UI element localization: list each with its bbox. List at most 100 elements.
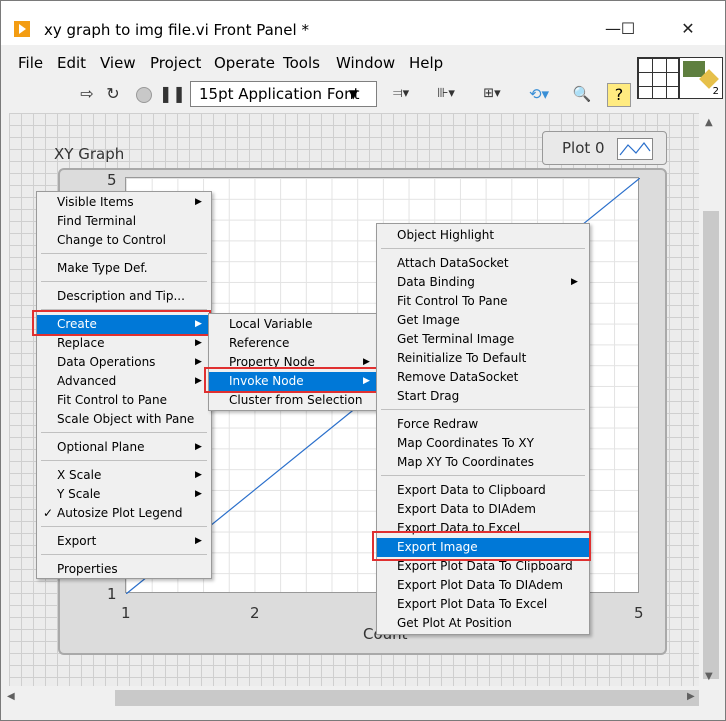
vertical-scrollbar[interactable]: ▲ ▼ xyxy=(699,113,723,686)
menu-item-label: Data Binding xyxy=(397,275,475,289)
menu-item-attach-datasocket[interactable]: Attach DataSocket xyxy=(377,254,589,273)
submenu-arrow-icon: ▶ xyxy=(195,489,202,499)
context-help-button[interactable]: ? xyxy=(607,83,631,107)
menu-item-start-drag[interactable]: Start Drag xyxy=(377,387,589,406)
menu-item-properties[interactable]: Properties xyxy=(37,560,211,579)
abort-icon[interactable] xyxy=(133,81,155,107)
menu-item-data-binding[interactable]: Data Binding ▶ xyxy=(377,273,589,292)
scroll-right-icon[interactable]: ▶ xyxy=(687,691,695,702)
submenu-arrow-icon: ▶ xyxy=(195,197,202,207)
menu-item-description-and-tip[interactable]: Description and Tip... xyxy=(37,287,211,306)
menu-file[interactable]: File xyxy=(18,54,43,72)
menu-item-cluster-from-selection[interactable]: Cluster from Selection xyxy=(209,391,379,410)
menu-item-find-terminal[interactable]: Find Terminal xyxy=(37,212,211,231)
menu-item-optional-plane[interactable]: Optional Plane ▶ xyxy=(37,438,211,457)
menu-item-label: Visible Items xyxy=(57,195,134,209)
menu-tools[interactable]: Tools xyxy=(283,54,320,72)
menu-item-x-scale[interactable]: X Scale ▶ xyxy=(37,466,211,485)
menu-item-label: Local Variable xyxy=(229,317,313,331)
menu-item-advanced[interactable]: Advanced ▶ xyxy=(37,372,211,391)
menu-item-export-plot-data-to-diadem[interactable]: Export Plot Data To DIAdem xyxy=(377,576,589,595)
menu-item-get-plot-at-position[interactable]: Get Plot At Position xyxy=(377,614,589,633)
scroll-up-icon[interactable]: ▲ xyxy=(705,117,713,128)
menu-item-label: Get Plot At Position xyxy=(397,616,512,630)
menu-item-label: Description and Tip... xyxy=(57,289,185,303)
run-continuously-icon[interactable]: ↻ xyxy=(102,81,124,107)
menu-separator xyxy=(381,409,585,410)
menu-separator xyxy=(381,475,585,476)
menu-item-label: Force Redraw xyxy=(397,417,479,431)
plot-legend[interactable]: Plot 0 xyxy=(542,131,667,165)
menu-item-visible-items[interactable]: Visible Items ▶ xyxy=(37,193,211,212)
connector-pane-icon[interactable] xyxy=(637,57,679,99)
menu-edit[interactable]: Edit xyxy=(57,54,86,72)
pause-icon[interactable]: ❚❚ xyxy=(159,81,186,107)
menu-view[interactable]: View xyxy=(100,54,136,72)
window-title: xy graph to img file.vi Front Panel * xyxy=(44,21,309,39)
menu-item-label: Autosize Plot Legend xyxy=(57,506,183,520)
menu-item-label: Export Plot Data To DIAdem xyxy=(397,578,563,592)
vertical-scroll-thumb[interactable] xyxy=(703,211,719,679)
menu-item-data-operations[interactable]: Data Operations ▶ xyxy=(37,353,211,372)
x-tick-1: 1 xyxy=(121,604,131,622)
submenu-arrow-icon: ▶ xyxy=(195,470,202,480)
distribute-objects-icon[interactable]: ⊪▾ xyxy=(429,81,463,107)
menu-item-label: Fit Control To Pane xyxy=(397,294,508,308)
search-icon[interactable]: 🔍 xyxy=(567,81,597,107)
menu-project[interactable]: Project xyxy=(150,54,201,72)
menu-item-get-terminal-image[interactable]: Get Terminal Image xyxy=(377,330,589,349)
scroll-down-icon[interactable]: ▼ xyxy=(705,671,713,682)
font-select[interactable]: 15pt Application Font ▼ xyxy=(190,81,377,107)
menu-item-label: Object Highlight xyxy=(397,228,495,242)
menu-item-map-xy-to-coordinates[interactable]: Map XY To Coordinates xyxy=(377,453,589,472)
menu-item-local-variable[interactable]: Local Variable xyxy=(209,315,379,334)
menu-item-get-image[interactable]: Get Image xyxy=(377,311,589,330)
scroll-left-icon[interactable]: ◀ xyxy=(7,691,15,702)
close-button[interactable]: ✕ xyxy=(673,15,703,43)
annotation-box-invoke-node xyxy=(204,367,381,393)
menu-item-scale-object-with-pane[interactable]: Scale Object with Pane xyxy=(37,410,211,429)
legend-plot-name: Plot 0 xyxy=(562,139,605,157)
menu-item-replace[interactable]: Replace ▶ xyxy=(37,334,211,353)
menu-item-y-scale[interactable]: Y Scale ▶ xyxy=(37,485,211,504)
labview-front-panel-window: xy graph to img file.vi Front Panel * — … xyxy=(0,0,726,721)
menu-item-reference[interactable]: Reference xyxy=(209,334,379,353)
run-arrow-icon[interactable]: ⇨ xyxy=(77,81,97,107)
menu-item-reinitialize-to-default[interactable]: Reinitialize To Default xyxy=(377,349,589,368)
menu-help[interactable]: Help xyxy=(409,54,443,72)
menu-separator xyxy=(41,526,207,527)
menu-window[interactable]: Window xyxy=(336,54,395,72)
menu-item-export-plot-data-to-excel[interactable]: Export Plot Data To Excel xyxy=(377,595,589,614)
reorder-icon[interactable]: ⟲▾ xyxy=(521,81,557,107)
menu-item-object-highlight[interactable]: Object Highlight xyxy=(377,226,589,245)
horizontal-scrollbar[interactable]: ◀ ▶ xyxy=(1,686,699,710)
menu-item-make-type-def[interactable]: Make Type Def. xyxy=(37,259,211,278)
menu-item-export-data-to-clipboard[interactable]: Export Data to Clipboard xyxy=(377,481,589,500)
menu-item-autosize-plot-legend[interactable]: ✓ Autosize Plot Legend xyxy=(37,504,211,523)
submenu-arrow-icon: ▶ xyxy=(195,357,202,367)
menu-item-label: Advanced xyxy=(57,374,117,388)
maximize-button[interactable]: ☐ xyxy=(613,15,643,43)
menu-item-map-coordinates-to-xy[interactable]: Map Coordinates To XY xyxy=(377,434,589,453)
resize-objects-icon[interactable]: ⊞▾ xyxy=(475,81,509,107)
horizontal-scroll-thumb[interactable] xyxy=(115,690,699,706)
vi-icon[interactable]: 2 xyxy=(679,57,723,99)
menu-item-label: Map XY To Coordinates xyxy=(397,455,534,469)
y-tick-5: 5 xyxy=(107,171,117,189)
menu-item-label: X Scale xyxy=(57,468,102,482)
menu-item-export[interactable]: Export ▶ xyxy=(37,532,211,551)
menu-separator xyxy=(41,432,207,433)
menu-item-fit-control-to-pane[interactable]: Fit Control to Pane xyxy=(37,391,211,410)
menu-operate[interactable]: Operate xyxy=(214,54,275,72)
menu-item-label: Reinitialize To Default xyxy=(397,351,527,365)
menu-item-fit-control-to-pane-method[interactable]: Fit Control To Pane xyxy=(377,292,589,311)
menu-item-label: Make Type Def. xyxy=(57,261,148,275)
menu-item-force-redraw[interactable]: Force Redraw xyxy=(377,415,589,434)
labview-app-icon xyxy=(14,21,30,37)
align-objects-icon[interactable]: ⫤▾ xyxy=(385,81,417,107)
menu-item-remove-datasocket[interactable]: Remove DataSocket xyxy=(377,368,589,387)
menu-item-label: Get Terminal Image xyxy=(397,332,515,346)
chevron-down-icon: ▼ xyxy=(348,87,358,101)
menu-item-change-to-control[interactable]: Change to Control xyxy=(37,231,211,250)
menu-item-export-data-to-diadem[interactable]: Export Data to DIAdem xyxy=(377,500,589,519)
